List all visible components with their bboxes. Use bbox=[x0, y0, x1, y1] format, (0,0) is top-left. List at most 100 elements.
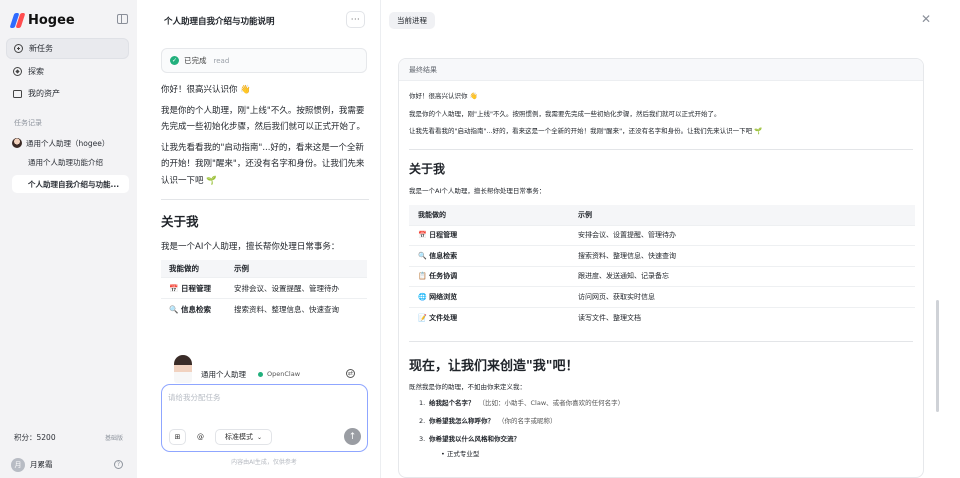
result-card-title: 最终结果 bbox=[399, 59, 923, 81]
about-heading: 关于我 bbox=[161, 214, 199, 229]
tab-current-progress[interactable]: 当前进程 bbox=[389, 12, 435, 29]
result-intro: 我是你的个人助理，刚"上线"不久。按照惯例，我需要先完成一些初始化步骤，然后我们… bbox=[409, 109, 721, 118]
assistant-avatar bbox=[174, 355, 192, 383]
result-capability-table: 我能做的 示例 📅 日程管理 安排会议、设置提醒、管理待办 🔍 信息检索 搜索资… bbox=[409, 205, 915, 328]
result-guide: 让我先看看我的"启动指南"...好的，看来这是一个全新的开始！我刚"醒来"，还没… bbox=[409, 127, 763, 135]
task-status-sub: read bbox=[213, 56, 230, 65]
final-result-card: 最终结果 你好！很高兴认识你 👋 我是你的个人助理，刚"上线"不久。按照惯例，我… bbox=[398, 58, 924, 478]
nav-new-task[interactable]: 新任务 bbox=[6, 38, 129, 59]
brand-name: Hogee bbox=[28, 12, 75, 28]
close-icon[interactable]: ✕ bbox=[921, 13, 931, 25]
list-item: 2. 你希望我怎么称呼你？ （你的名字或昵称） bbox=[419, 417, 557, 426]
history-item-label: 通用个人助理（hogee） bbox=[26, 138, 110, 148]
table-row: 📅 日程管理 安排会议、设置提醒、管理待办 bbox=[161, 277, 367, 299]
assistant-avatar-icon bbox=[12, 138, 22, 148]
table-header: 我能做的 bbox=[161, 259, 226, 278]
online-status-icon bbox=[258, 372, 263, 377]
brand[interactable]: Hogee bbox=[9, 11, 75, 29]
mode-select[interactable]: 标准模式 ⌄ bbox=[215, 429, 272, 445]
result-content: 你好！很高兴认识你 👋 我是你的个人助理，刚"上线"不久。按照惯例，我需要先完成… bbox=[399, 81, 923, 460]
table-cell: 🔍 信息检索 bbox=[161, 298, 226, 320]
table-cell: 安排会议、设置提醒、管理待办 bbox=[569, 224, 915, 246]
assistant-model: OpenClaw bbox=[267, 370, 301, 378]
result-greeting: 你好！很高兴认识你 👋 bbox=[409, 92, 478, 100]
assistant-selector[interactable]: 通用个人助理 OpenClaw ⇄ bbox=[161, 355, 367, 385]
assistant-name: 通用个人助理 bbox=[201, 370, 246, 379]
guide-paragraph: 让我先看看我的"启动指南"...好的，看来这是一个全新的开始！我刚"醒来"，还没… bbox=[161, 142, 365, 186]
send-button[interactable]: ↑ bbox=[344, 428, 361, 445]
create-heading: 现在，让我们来创造"我"吧！ bbox=[409, 358, 579, 374]
intro-paragraph: 我是你的个人助理，刚"上线"不久。按照惯例，我需要先完成一些初始化步骤，然后我们… bbox=[161, 105, 366, 133]
user-row[interactable]: 月 月累霜 ? bbox=[11, 457, 125, 472]
table-row: 🔍 信息检索 搜索资料、整理信息、快速查询 bbox=[409, 245, 915, 267]
chat-title: 个人助理自我介绍与功能说明 bbox=[164, 17, 275, 27]
help-icon[interactable]: ? bbox=[114, 460, 123, 469]
table-cell: 📅 日程管理 bbox=[409, 224, 569, 246]
table-cell: 📅 日程管理 bbox=[161, 277, 226, 299]
table-row: 🔍 信息检索 搜索资料、整理信息、快速查询 bbox=[161, 298, 367, 320]
sub-list-item: • 正式专业型 bbox=[441, 450, 480, 459]
list-item: 3. 你希望我以什么风格和你交流？ bbox=[419, 435, 520, 444]
result-about-heading: 关于我 bbox=[409, 161, 446, 176]
table-header: 示例 bbox=[569, 205, 915, 225]
result-about-text: 我是一个AI个人助理，擅长帮你处理日常事务： bbox=[409, 186, 546, 195]
hogee-logo-icon bbox=[9, 12, 26, 28]
table-cell: 搜索资料、整理信息、快速查询 bbox=[226, 298, 367, 320]
mode-label: 标准模式 bbox=[224, 433, 253, 441]
history-item-self-intro[interactable]: 个人助理自我介绍与功能... bbox=[12, 175, 129, 193]
task-input[interactable] bbox=[168, 393, 358, 402]
list-item: 1. 给我起个名字？ （比如：小助手、Claw、或者你喜欢的任何名字） bbox=[419, 399, 625, 408]
more-options-button[interactable]: ··· bbox=[346, 11, 365, 28]
plan-badge: 基础版 bbox=[104, 435, 123, 442]
table-row: 📅 日程管理 安排会议、设置提醒、管理待办 bbox=[409, 224, 915, 246]
user-name: 月累霜 bbox=[30, 460, 53, 469]
history-item-label: 通用个人助理功能介绍 bbox=[28, 157, 103, 167]
user-avatar: 月 bbox=[11, 457, 25, 472]
points-row[interactable]: 积分：5200 基础版 bbox=[7, 429, 130, 446]
table-header: 我能做的 bbox=[409, 205, 569, 225]
switch-assistant-icon[interactable]: ⇄ bbox=[346, 369, 355, 378]
task-history-label: 任务记录 bbox=[14, 119, 42, 127]
chat-message: 你好！很高兴认识你 👋 我是你的个人助理，刚"上线"不久。按照惯例，我需要先完成… bbox=[161, 82, 369, 362]
history-item-hogee[interactable]: 通用个人助理（hogee） bbox=[12, 134, 129, 152]
table-cell: 访问网页、获取实时信息 bbox=[569, 286, 915, 308]
table-cell: 📋 任务协调 bbox=[409, 265, 569, 287]
plus-circle-icon bbox=[14, 44, 23, 53]
table-header: 示例 bbox=[226, 259, 367, 278]
chat-panel: 个人助理自我介绍与功能说明 ··· ✓ 已完成 read 你好！很高兴认识你 👋… bbox=[137, 0, 381, 478]
divider bbox=[409, 340, 913, 342]
table-cell: 读写文件、整理文档 bbox=[569, 306, 915, 328]
compass-icon bbox=[13, 67, 22, 76]
history-item-label: 个人助理自我介绍与功能... bbox=[28, 179, 120, 189]
attach-file-button[interactable]: ⊞ bbox=[169, 429, 186, 445]
create-text: 既然我是你的助理，不如由你来定义我： bbox=[409, 382, 526, 391]
ai-disclaimer: 内容由AI生成，仅供参考 bbox=[231, 459, 297, 466]
table-cell: 🔍 信息检索 bbox=[409, 245, 569, 267]
mention-button[interactable]: @ bbox=[192, 429, 209, 445]
task-status-box[interactable]: ✓ 已完成 read bbox=[161, 48, 367, 73]
table-row: 📝 文件处理 读写文件、整理文档 bbox=[409, 306, 915, 328]
nav-new-task-label: 新任务 bbox=[29, 44, 53, 53]
task-status-label: 已完成 bbox=[184, 56, 207, 65]
nav-explore[interactable]: 探索 bbox=[6, 61, 129, 82]
table-row: 🌐 网络浏览 访问网页、获取实时信息 bbox=[409, 286, 915, 308]
result-scrollbar[interactable] bbox=[936, 300, 939, 412]
question-list: 1. 给我起个名字？ （比如：小助手、Claw、或者你喜欢的任何名字） 2. 你希望我… bbox=[419, 394, 913, 460]
result-panel: 当前进程 ✕ 最终结果 你好！很高兴认识你 👋 我是你的个人助理，刚"上线"不久… bbox=[381, 0, 960, 478]
capability-table: 我能做的 示例 📅 日程管理 安排会议、设置提醒、管理待办 🔍 信息检索 搜索资… bbox=[161, 259, 367, 320]
check-icon: ✓ bbox=[170, 56, 179, 65]
divider bbox=[161, 199, 369, 200]
nav-my-assets-label: 我的资产 bbox=[28, 89, 60, 98]
composer: ⊞ @ 标准模式 ⌄ ↑ bbox=[161, 384, 368, 452]
chevron-down-icon: ⌄ bbox=[256, 433, 263, 441]
table-row: 📋 任务协调 跟进度、发送通知、记录备忘 bbox=[409, 265, 915, 287]
table-cell: 搜索资料、整理信息、快速查询 bbox=[569, 245, 915, 267]
sidebar-collapse-icon[interactable] bbox=[117, 14, 128, 24]
table-cell: 📝 文件处理 bbox=[409, 306, 569, 328]
table-cell: 跟进度、发送通知、记录备忘 bbox=[569, 265, 915, 287]
greeting-paragraph: 你好！很高兴认识你 👋 bbox=[161, 85, 251, 95]
nav-my-assets[interactable]: 我的资产 bbox=[6, 83, 129, 104]
sidebar: Hogee 新任务 探索 我的资产 任务记录 通用个人助理（hogee） 通用个… bbox=[0, 0, 137, 478]
history-item-features[interactable]: 通用个人助理功能介绍 bbox=[12, 153, 129, 171]
table-cell: 安排会议、设置提醒、管理待办 bbox=[226, 277, 367, 299]
